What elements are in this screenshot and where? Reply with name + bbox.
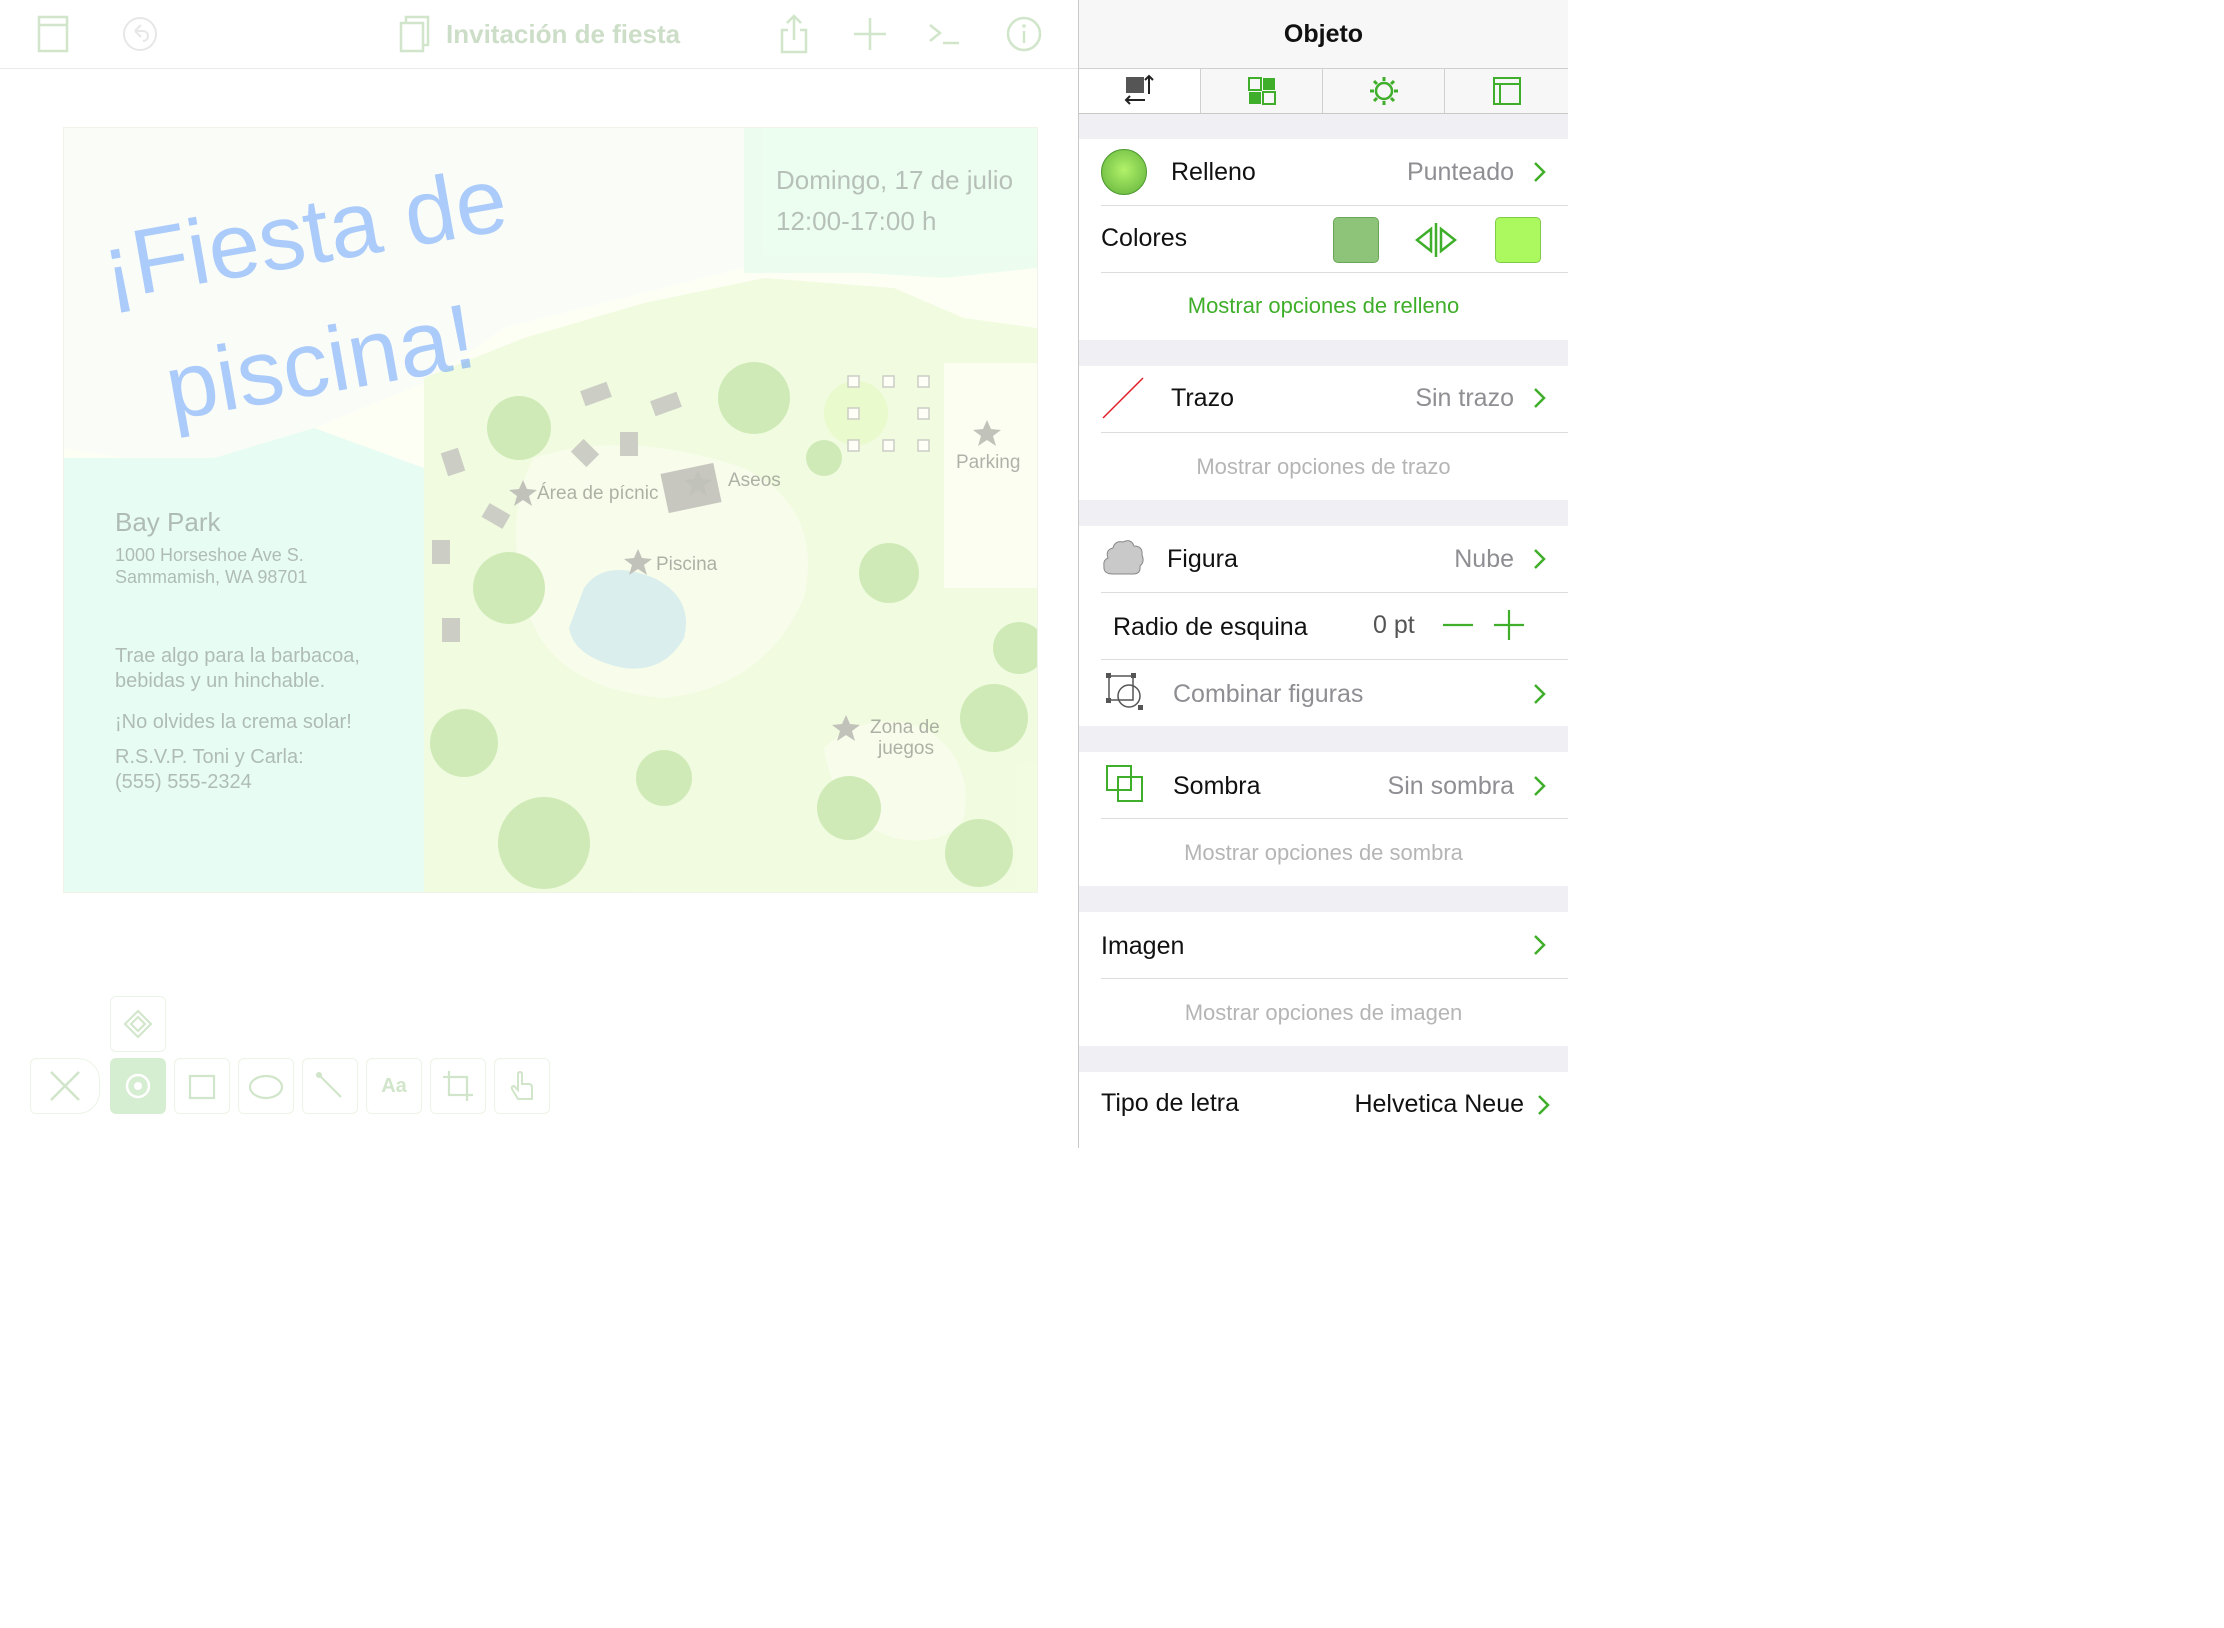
sidebar-icon[interactable] [36,14,70,54]
show-fill-options-link[interactable]: Mostrar opciones de relleno [1079,293,1568,319]
stroke-section: Trazo Sin trazo Mostrar opciones de traz… [1079,366,1568,500]
stroke-swatch-icon [1102,377,1144,419]
label-parking: Parking [956,452,1020,473]
info-icon[interactable] [1004,14,1044,54]
touch-tool-icon[interactable] [494,1058,550,1114]
corner-radius-label: Radio de esquina [1113,613,1308,641]
inspector-tabs [1079,69,1568,114]
colors-label: Colores [1101,224,1188,252]
label-pool: Piscina [656,554,718,575]
show-image-options-link[interactable]: Mostrar opciones de imagen [1079,1000,1568,1026]
document-icon [399,15,430,53]
stroke-chevron-icon[interactable] [1532,387,1546,409]
decrement-icon[interactable] [1441,608,1475,642]
image-label: Imagen [1101,932,1185,960]
inspector-title: Objeto [1283,19,1364,48]
add-icon[interactable] [850,14,890,54]
fill-label: Relleno [1171,158,1256,186]
address-line1: 1000 Horseshoe Ave S. [115,545,304,565]
shadow-icon [1106,765,1143,802]
sunscreen-note: ¡No olvides la crema solar! [115,711,352,733]
swap-colors-icon[interactable] [1413,221,1459,259]
label-restrooms: Aseos [728,470,781,491]
close-tool-icon[interactable] [30,1058,100,1114]
cloud-shape-icon [1103,540,1144,575]
crop-tool-icon[interactable] [430,1058,486,1114]
share-icon[interactable] [776,14,812,54]
shape-tool-icon[interactable] [174,1058,230,1114]
label-playground-2: juegos [877,738,934,759]
rsvp-line1: R.S.V.P. Toni y Carla: [115,746,304,768]
combine-chevron-icon[interactable] [1532,683,1546,705]
diamond-tool-icon[interactable] [110,996,166,1052]
document-title: Invitación de fiesta [446,18,681,49]
image-section: Imagen Mostrar opciones de imagen [1079,912,1568,1046]
document-canvas[interactable]: ¡Fiesta de piscina! Área de pícnic Aseos… [63,127,1038,893]
shape-chevron-icon[interactable] [1532,548,1546,570]
line-tool-icon[interactable] [302,1058,358,1114]
event-time: 12:00-17:00 h [776,206,937,236]
inspector-panel: Objeto Relleno Punteado Colores Mostrar … [1079,0,1568,1148]
image-chevron-icon[interactable] [1532,934,1546,956]
fill-chevron-icon[interactable] [1532,161,1546,183]
shape-value[interactable]: Nube [1454,545,1514,574]
shadow-value[interactable]: Sin sombra [1388,772,1514,801]
fill-swatch-icon [1101,149,1147,195]
color-well-2[interactable] [1495,217,1541,263]
shadow-label: Sombra [1173,772,1261,800]
shadow-section: Sombra Sin sombra Mostrar opciones de so… [1079,752,1568,886]
settings-tab-icon[interactable] [1323,69,1445,113]
selection-tool-icon[interactable] [110,1058,166,1114]
venue-name: Bay Park [115,507,221,537]
shape-section: Figura Nube Radio de esquina 0 pt Combin… [1079,526,1568,726]
font-label: Tipo de letra [1101,1089,1240,1117]
label-picnic: Área de pícnic [537,483,658,504]
shape-label: Figura [1167,545,1238,573]
stroke-label: Trazo [1171,384,1234,412]
rsvp-line2: (555) 555-2324 [115,771,252,793]
event-date: Domingo, 17 de julio [776,165,1014,195]
note-line1: Trae algo para la barbacoa, [115,645,360,667]
shadow-chevron-icon[interactable] [1532,775,1546,797]
canvas-tab-icon[interactable] [1445,69,1568,113]
font-chevron-icon[interactable] [1536,1094,1550,1116]
show-shadow-options-link[interactable]: Mostrar opciones de sombra [1079,840,1568,866]
toolbar: Invitación de fiesta [0,0,1078,69]
geometry-tab-icon[interactable] [1079,69,1201,113]
combine-shapes-icon [1106,673,1143,710]
corner-radius-value[interactable]: 0 pt [1373,611,1415,640]
style-tab-icon[interactable] [1201,69,1323,113]
document-area: Invitación de fiesta ¡Fiesta de piscina!… [0,0,1078,1148]
increment-icon[interactable] [1492,608,1526,642]
combine-shapes-label[interactable]: Combinar figuras [1173,680,1363,709]
color-well-1[interactable] [1333,217,1379,263]
console-icon[interactable] [924,14,964,54]
text-tool-icon[interactable]: Aa [366,1058,422,1114]
note-line2: bebidas y un hinchable. [115,670,326,692]
freehand-tool-icon[interactable] [238,1058,294,1114]
font-section: Tipo de letra Helvetica Neue [1079,1072,1568,1148]
fill-section: Relleno Punteado Colores Mostrar opcione… [1079,139,1568,340]
undo-icon[interactable] [120,14,160,54]
show-stroke-options-link[interactable]: Mostrar opciones de trazo [1079,454,1568,480]
inspector-header: Objeto [1079,0,1568,69]
label-playground-1: Zona de [870,717,940,738]
document-title-area[interactable]: Invitación de fiesta [398,14,680,54]
fill-value[interactable]: Punteado [1407,158,1514,187]
font-value[interactable]: Helvetica Neue [1354,1090,1524,1119]
address-line2: Sammamish, WA 98701 [115,567,308,587]
stroke-value[interactable]: Sin trazo [1415,384,1514,413]
